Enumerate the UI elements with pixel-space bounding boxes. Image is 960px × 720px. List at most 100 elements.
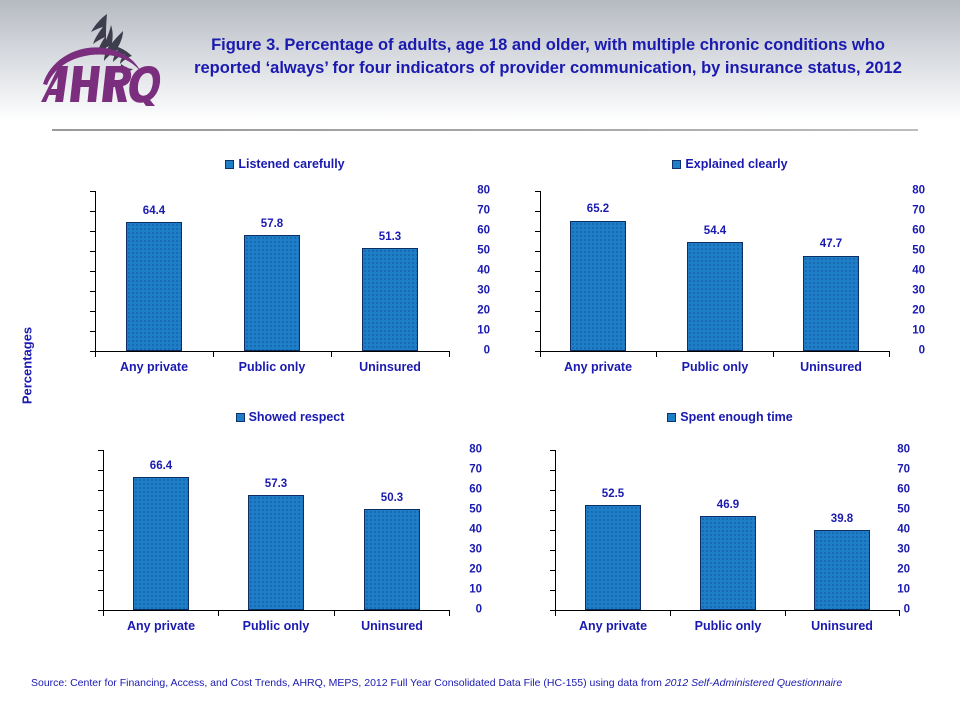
bar-value-public-only: 57.8 xyxy=(260,218,284,230)
x-tick-mark xyxy=(449,611,450,616)
y-tick-40: 40 xyxy=(477,264,490,277)
x-tick-mark xyxy=(213,352,214,357)
bar-any-private xyxy=(570,220,626,351)
bar-any-private xyxy=(133,477,189,610)
x-tick-mark xyxy=(540,352,541,357)
chart-legend: Spent enough time xyxy=(535,408,925,426)
plot-area: 0 10 20 30 40 50 60 70 80 52.5 46.9 39.8… xyxy=(505,444,925,645)
bar-uninsured xyxy=(814,530,870,610)
x-tick-mark xyxy=(218,611,219,616)
x-category-public-only: Public only xyxy=(694,619,762,633)
bar-any-private xyxy=(585,505,641,610)
y-tick-30: 30 xyxy=(912,284,925,297)
y-tick-50: 50 xyxy=(897,503,910,516)
y-tick-10: 10 xyxy=(469,583,482,596)
y-tick-80: 80 xyxy=(897,443,910,456)
x-tick-mark xyxy=(449,352,450,357)
x-tick-mark xyxy=(656,352,657,357)
x-tick-mark xyxy=(334,611,335,616)
x-tick-mark xyxy=(785,611,786,616)
x-tick-mark xyxy=(103,611,104,616)
bar-uninsured xyxy=(364,509,420,610)
x-tick-mark xyxy=(889,352,890,357)
header-divider xyxy=(52,129,918,131)
x-tick-mark xyxy=(95,352,96,357)
bar-uninsured xyxy=(362,248,418,352)
x-category-public-only: Public only xyxy=(242,619,310,633)
bar-value-public-only: 57.3 xyxy=(264,478,288,490)
x-category-public-only: Public only xyxy=(681,360,749,374)
chart-panel-spent-enough-time: Spent enough time 0 10 20 30 40 50 60 70… xyxy=(505,408,925,643)
y-tick-70: 70 xyxy=(477,204,490,217)
x-category-uninsured: Uninsured xyxy=(800,360,862,374)
ahrq-logo xyxy=(33,6,161,106)
plot-area: 0 10 20 30 40 50 60 70 80 66.4 57.3 50.3… xyxy=(60,444,490,645)
x-axis-line xyxy=(103,610,450,611)
bar-value-any-private: 52.5 xyxy=(601,488,625,500)
bar-value-uninsured: 51.3 xyxy=(378,231,402,243)
y-tick-40: 40 xyxy=(469,523,482,536)
y-tick-20: 20 xyxy=(912,304,925,317)
chart-panel-explained-clearly: Explained clearly 0 10 20 30 40 50 60 70… xyxy=(505,155,925,390)
bar-value-public-only: 46.9 xyxy=(716,499,740,511)
ahrq-wordmark xyxy=(41,66,161,106)
ahrq-logo-svg xyxy=(41,14,161,106)
x-category-uninsured: Uninsured xyxy=(361,619,423,633)
y-tick-20: 20 xyxy=(897,563,910,576)
bar-public-only xyxy=(687,242,743,351)
chart-legend: Showed respect xyxy=(90,408,490,426)
y-tick-30: 30 xyxy=(477,284,490,297)
y-axis-line xyxy=(95,191,96,352)
y-tick-60: 60 xyxy=(469,483,482,496)
x-tick-mark xyxy=(899,611,900,616)
x-tick-mark xyxy=(555,611,556,616)
bar-value-any-private: 65.2 xyxy=(586,203,610,215)
x-category-any-private: Any private xyxy=(119,360,189,374)
y-tick-0: 0 xyxy=(483,344,490,357)
x-category-any-private: Any private xyxy=(126,619,196,633)
bar-value-public-only: 54.4 xyxy=(703,225,727,237)
x-category-public-only: Public only xyxy=(238,360,306,374)
x-category-any-private: Any private xyxy=(578,619,648,633)
source-note-prefix: Source: Center for Financing, Access, an… xyxy=(31,677,665,689)
y-tick-80: 80 xyxy=(912,184,925,197)
source-note-italic: 2012 Self-Administered Questionnaire xyxy=(664,677,843,689)
bar-uninsured xyxy=(803,255,859,351)
legend-swatch-icon xyxy=(667,412,677,422)
bar-value-uninsured: 50.3 xyxy=(380,492,404,504)
y-axis-group-label: Percentages xyxy=(19,326,35,405)
legend-swatch-icon xyxy=(672,159,682,169)
chart-panel-showed-respect: Showed respect 0 10 20 30 40 50 60 70 80… xyxy=(60,408,490,643)
bar-value-any-private: 64.4 xyxy=(142,205,166,217)
hhs-eagle-icon xyxy=(91,14,133,73)
y-axis-line xyxy=(540,191,541,352)
x-category-uninsured: Uninsured xyxy=(359,360,421,374)
y-tick-10: 10 xyxy=(897,583,910,596)
y-tick-80: 80 xyxy=(469,443,482,456)
y-axis-line xyxy=(555,450,556,611)
page-title: Figure 3. Percentage of adults, age 18 a… xyxy=(194,36,902,77)
y-tick-70: 70 xyxy=(897,463,910,476)
y-tick-0: 0 xyxy=(903,603,910,616)
y-tick-10: 10 xyxy=(477,324,490,337)
y-tick-20: 20 xyxy=(477,304,490,317)
chart-legend: Explained clearly xyxy=(535,155,925,173)
x-axis-line xyxy=(540,351,890,352)
y-tick-80: 80 xyxy=(477,184,490,197)
y-tick-60: 60 xyxy=(912,224,925,237)
legend-label: Listened carefully xyxy=(238,157,345,171)
legend-swatch-icon xyxy=(235,412,245,422)
legend-label: Explained clearly xyxy=(685,157,788,171)
y-tick-50: 50 xyxy=(469,503,482,516)
y-tick-40: 40 xyxy=(897,523,910,536)
x-axis-line xyxy=(555,610,900,611)
y-tick-60: 60 xyxy=(897,483,910,496)
source-note: Source: Center for Financing, Access, an… xyxy=(31,676,931,690)
y-axis-line xyxy=(103,450,104,611)
y-tick-70: 70 xyxy=(469,463,482,476)
chart-legend: Listened carefully xyxy=(80,155,490,173)
bar-any-private xyxy=(126,222,182,352)
bar-public-only xyxy=(244,235,300,352)
y-tick-30: 30 xyxy=(469,543,482,556)
x-tick-mark xyxy=(331,352,332,357)
